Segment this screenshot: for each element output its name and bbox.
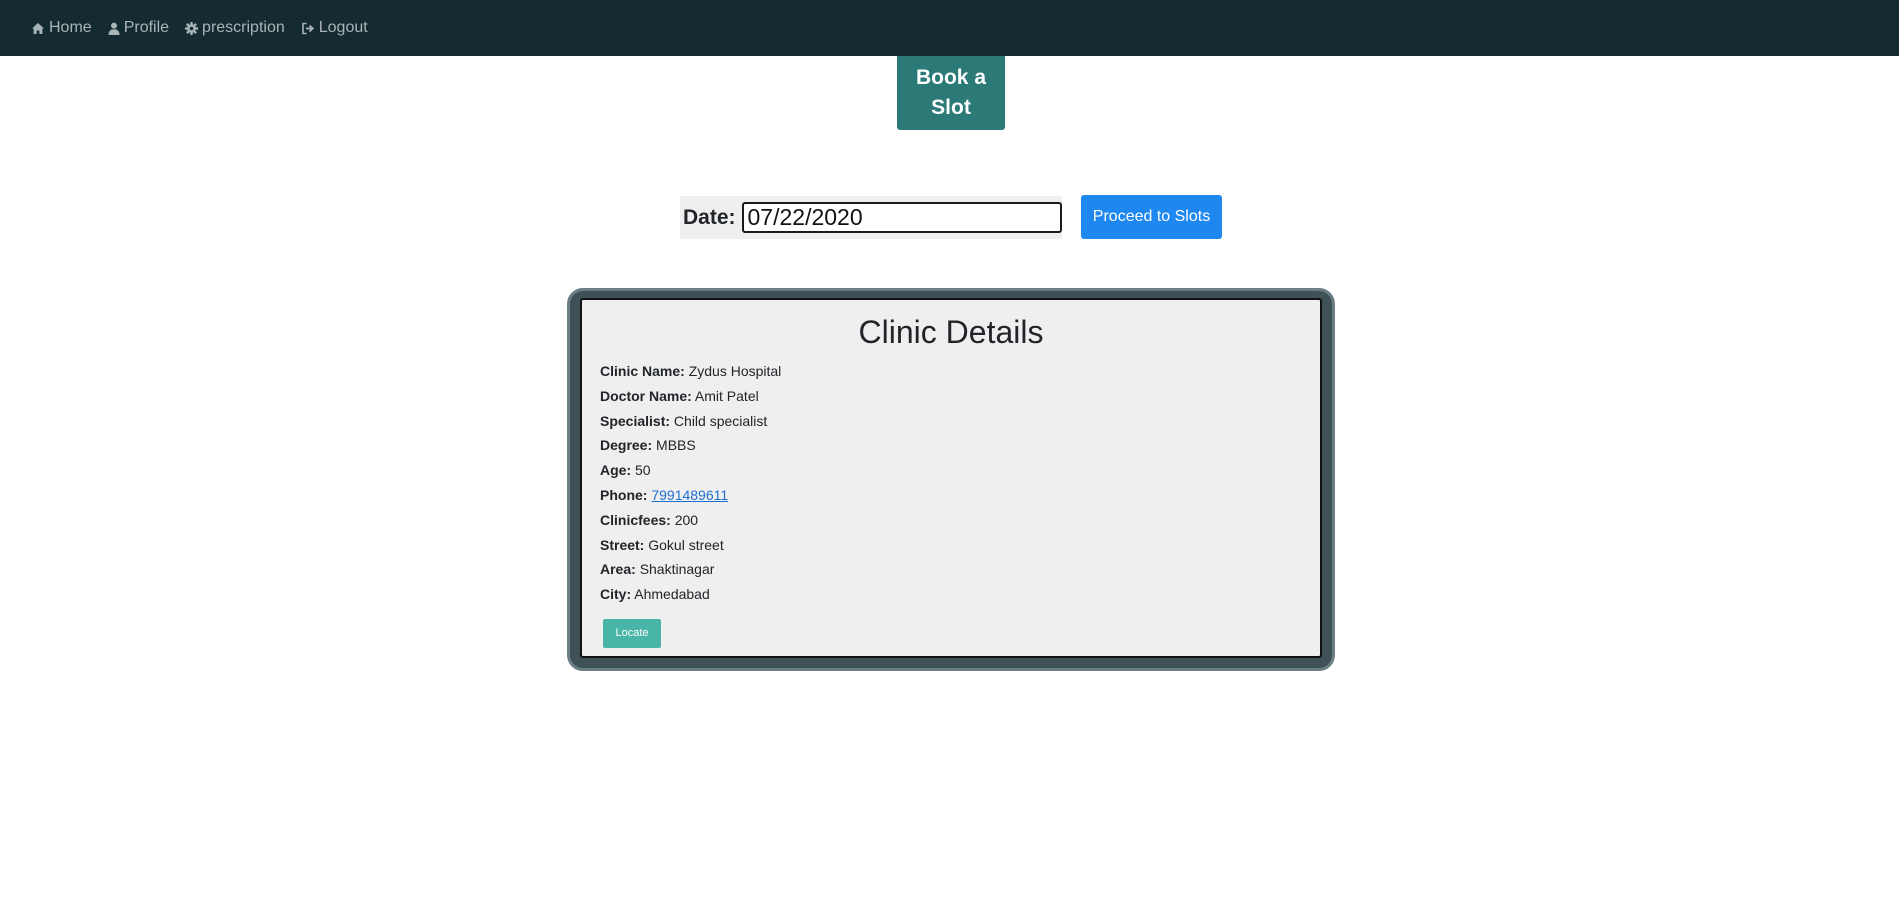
detail-city: City: Ahmedabad bbox=[600, 582, 1320, 607]
clinic-details-card: Clinic Details Clinic Name: Zydus Hospit… bbox=[567, 288, 1335, 671]
book-slot-line2: Slot bbox=[931, 96, 971, 119]
proceed-to-slots-button[interactable]: Proceed to Slots bbox=[1081, 195, 1222, 239]
gear-icon bbox=[185, 21, 199, 35]
detail-label: Age: bbox=[600, 462, 632, 479]
detail-value: Ahmedabad bbox=[634, 586, 710, 603]
locate-button[interactable]: Locate bbox=[603, 618, 661, 648]
nav-home-label: Home bbox=[49, 19, 92, 36]
detail-label: Clinicfees: bbox=[600, 511, 671, 528]
date-input[interactable] bbox=[741, 202, 1062, 233]
book-slot-line1: Book a bbox=[915, 66, 986, 89]
nav-profile-label: Profile bbox=[123, 19, 170, 36]
detail-label: Degree: bbox=[600, 437, 653, 454]
detail-value: Zydus Hospital bbox=[688, 363, 782, 379]
detail-label: Street: bbox=[600, 536, 645, 553]
detail-value: 50 bbox=[635, 462, 651, 479]
nav-logout-label: Logout bbox=[318, 19, 368, 36]
detail-value: Child specialist bbox=[673, 412, 768, 429]
home-icon bbox=[32, 22, 44, 34]
detail-street: Street: Gokul street bbox=[600, 533, 1320, 558]
detail-phone: Phone: 7991489611 bbox=[600, 483, 1320, 508]
detail-value: Amit Patel bbox=[694, 387, 759, 404]
detail-label: Clinic Name: bbox=[600, 363, 685, 379]
detail-value: MBBS bbox=[656, 437, 696, 454]
date-label: Date: bbox=[683, 205, 736, 229]
phone-link[interactable]: 7991489611 bbox=[651, 487, 728, 503]
detail-area: Area: Shaktinagar bbox=[600, 557, 1320, 582]
nav-prescription-link[interactable]: prescription bbox=[185, 19, 285, 37]
nav-logout-link[interactable]: Logout bbox=[301, 19, 368, 37]
top-navbar: Home Profile prescription Logout bbox=[0, 0, 1899, 56]
clinic-details-panel: Clinic Details Clinic Name: Zydus Hospit… bbox=[580, 298, 1322, 658]
detail-degree: Degree: MBBS bbox=[600, 433, 1320, 458]
nav-profile-link[interactable]: Profile bbox=[108, 19, 169, 37]
detail-doctor-name: Doctor Name: Amit Patel bbox=[600, 384, 1320, 409]
detail-label: Doctor Name: bbox=[600, 387, 692, 404]
nav-prescription-label: prescription bbox=[202, 19, 285, 36]
user-icon bbox=[108, 22, 120, 35]
detail-clinicfees: Clinicfees: 200 bbox=[600, 508, 1320, 533]
detail-label: Specialist: bbox=[600, 412, 671, 429]
detail-value: Shaktinagar bbox=[639, 561, 715, 578]
detail-age: Age: 50 bbox=[600, 458, 1320, 483]
clinic-details-title: Clinic Details bbox=[858, 314, 1044, 350]
date-form: Date: bbox=[680, 196, 1062, 239]
detail-clinic-name: Clinic Name: Zydus Hospital bbox=[600, 359, 1320, 384]
detail-label: Area: bbox=[600, 561, 636, 578]
detail-specialist: Specialist: Child specialist bbox=[600, 409, 1320, 434]
nav-home-link[interactable]: Home bbox=[31, 19, 92, 37]
detail-label: Phone: bbox=[600, 486, 648, 503]
book-slot-button[interactable]: Book a Slot bbox=[897, 56, 1005, 130]
logout-icon bbox=[301, 22, 314, 34]
clinic-detail-list: Clinic Name: Zydus Hospital Doctor Name:… bbox=[600, 359, 1320, 607]
detail-label: City: bbox=[600, 586, 632, 603]
detail-value: 200 bbox=[674, 511, 699, 528]
detail-value: Gokul street bbox=[648, 536, 724, 553]
